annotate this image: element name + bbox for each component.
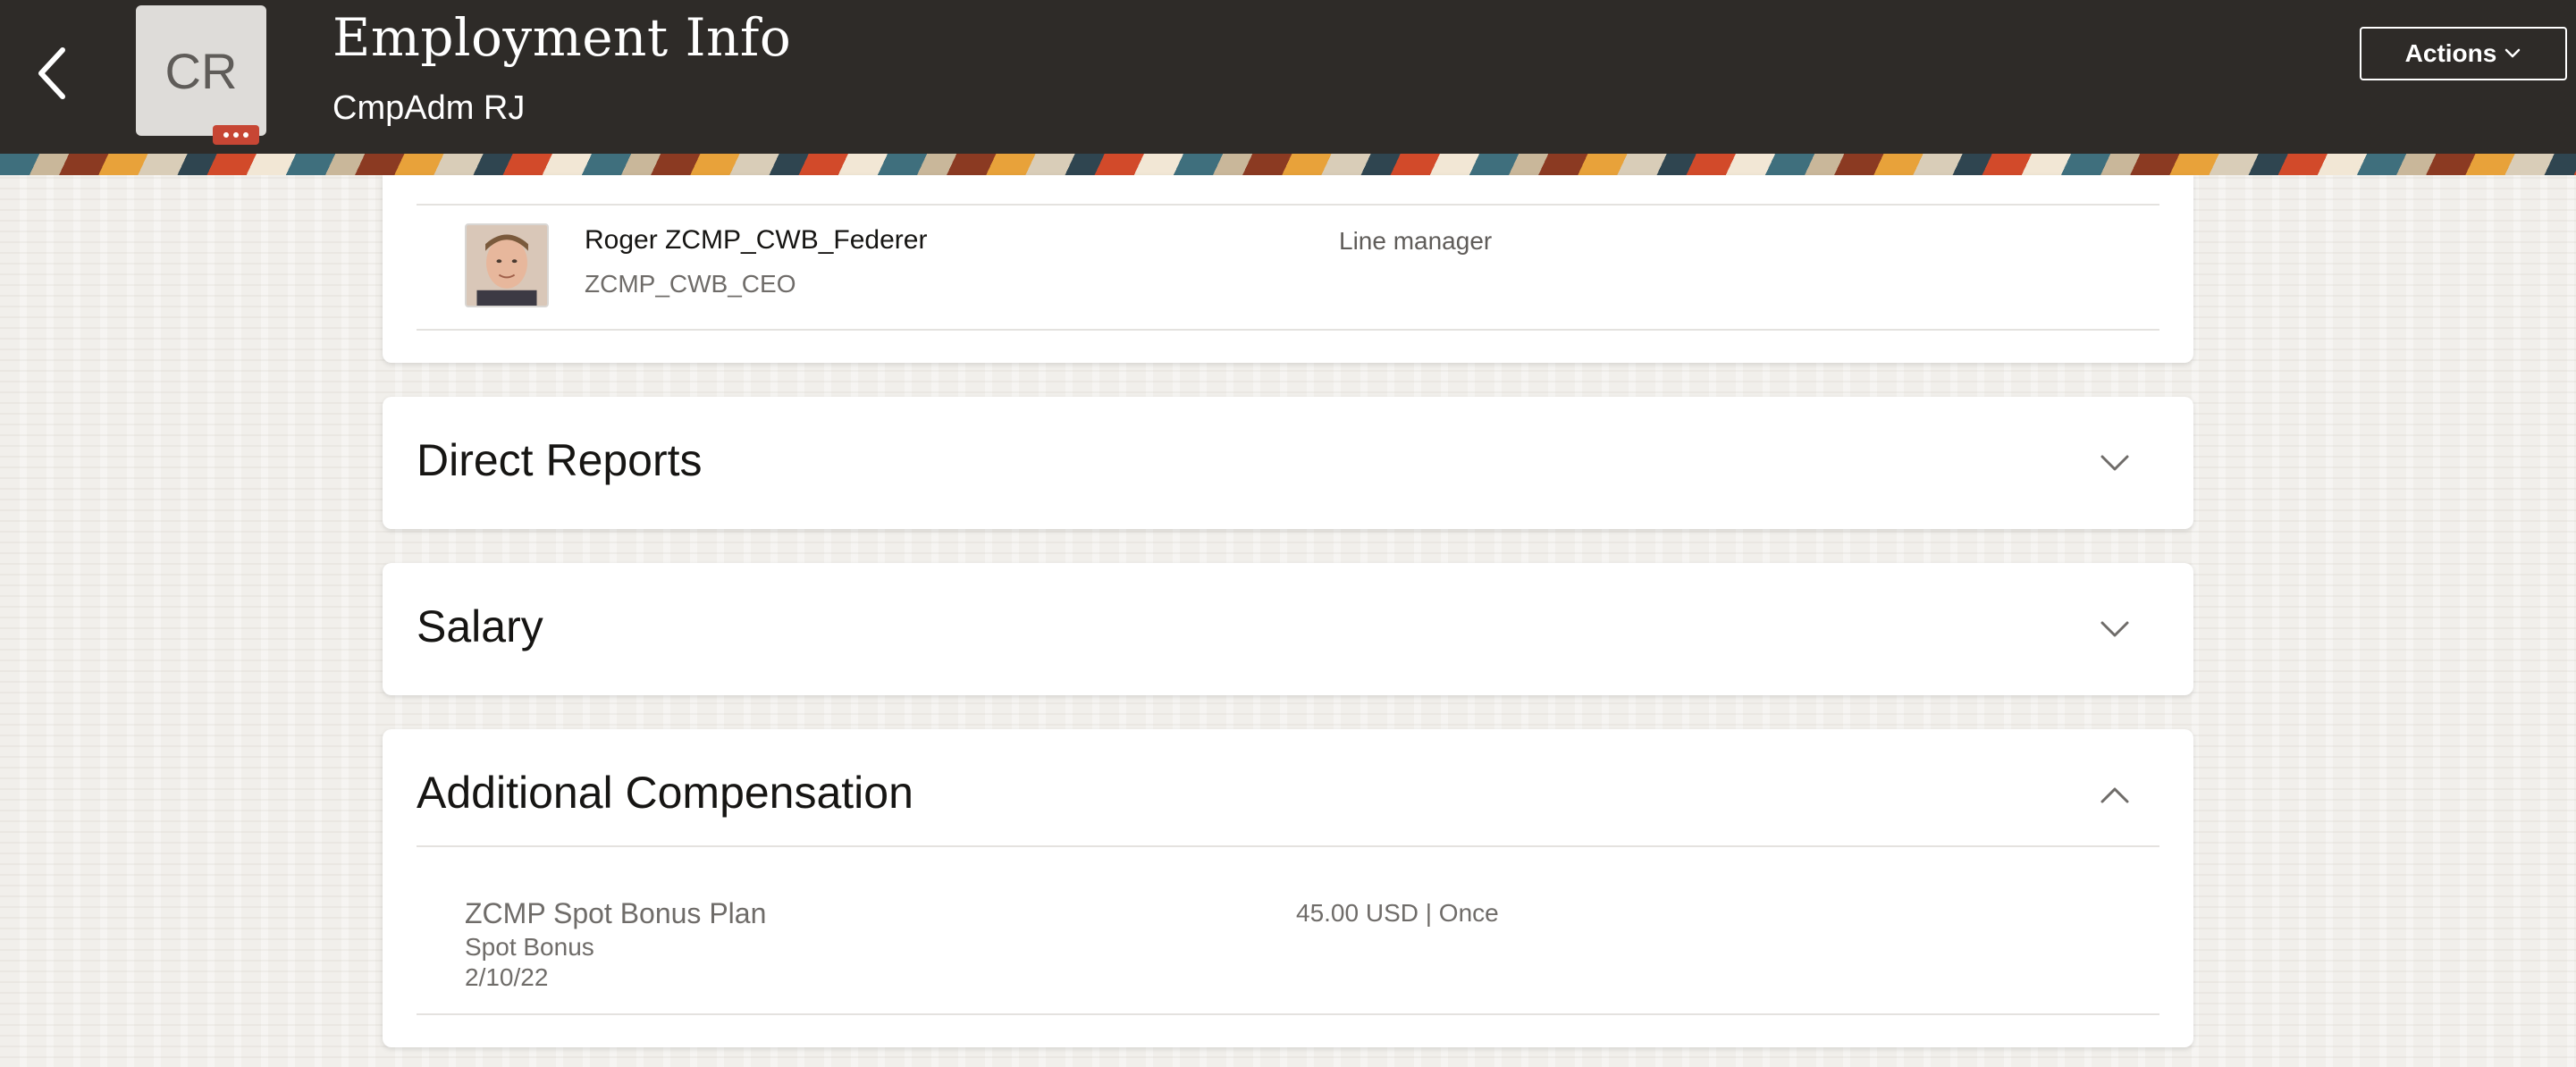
ellipsis-icon — [243, 132, 248, 138]
chevron-up-icon — [2100, 787, 2129, 803]
avatar-more-button[interactable] — [213, 125, 259, 145]
avatar-initials: CR — [164, 42, 238, 99]
manager-photo[interactable] — [465, 223, 549, 307]
manager-card: Roger ZCMP_CWB_Federer ZCMP_CWB_CEO Line… — [383, 175, 2193, 363]
compensation-plan-name[interactable]: ZCMP Spot Bonus Plan — [465, 897, 766, 930]
chevron-down-icon — [2505, 48, 2521, 58]
manager-job-title: ZCMP_CWB_CEO — [585, 270, 796, 298]
section-title-additional-compensation[interactable]: Additional Compensation — [417, 767, 913, 819]
chevron-down-icon — [2100, 621, 2129, 637]
person-photo-icon — [467, 225, 547, 306]
divider — [417, 845, 2159, 847]
expand-direct-reports-button[interactable] — [2099, 447, 2131, 479]
additional-compensation-section: Additional Compensation ZCMP Spot Bonus … — [383, 729, 2193, 1047]
back-button[interactable] — [25, 36, 79, 111]
divider — [417, 329, 2159, 331]
direct-reports-section[interactable]: Direct Reports — [383, 397, 2193, 529]
manager-name[interactable]: Roger ZCMP_CWB_Federer — [585, 225, 927, 256]
divider — [417, 1013, 2159, 1015]
actions-button[interactable]: Actions — [2360, 27, 2567, 80]
divider — [417, 204, 2159, 206]
ellipsis-icon — [233, 132, 239, 138]
page-subtitle: CmpAdm RJ — [333, 89, 526, 127]
page-title: Employment Info — [333, 7, 792, 68]
chevron-left-icon — [38, 47, 65, 99]
manager-relationship: Line manager — [1339, 227, 1493, 255]
avatar[interactable]: CR — [136, 5, 266, 136]
expand-salary-button[interactable] — [2099, 613, 2131, 645]
compensation-date: 2/10/22 — [465, 963, 549, 991]
actions-label: Actions — [2404, 39, 2497, 67]
section-title-salary: Salary — [417, 601, 543, 651]
ellipsis-icon — [223, 132, 229, 138]
collapse-additional-compensation-button[interactable] — [2099, 779, 2131, 811]
salary-section[interactable]: Salary — [383, 563, 2193, 695]
chevron-down-icon — [2100, 455, 2129, 471]
compensation-amount: 45.00 USD | Once — [1296, 899, 1499, 927]
decorative-banner — [0, 154, 2576, 175]
section-title-direct-reports: Direct Reports — [417, 435, 703, 485]
compensation-type: Spot Bonus — [465, 933, 594, 961]
page-header: CR Employment Info CmpAdm RJ Actions — [0, 0, 2576, 154]
